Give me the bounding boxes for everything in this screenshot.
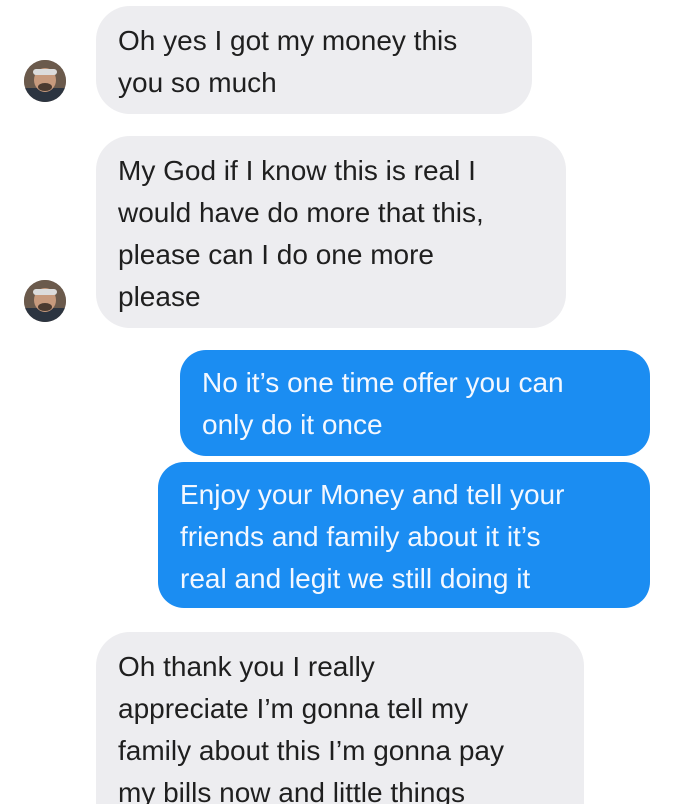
incoming-message-bubble[interactable]: Oh yes I got my money this you so much: [96, 6, 532, 114]
message-thread: Oh yes I got my money this you so much M…: [0, 0, 691, 804]
contact-avatar-icon[interactable]: [24, 60, 66, 102]
contact-avatar-icon[interactable]: [24, 280, 66, 322]
outgoing-message-bubble[interactable]: Enjoy your Money and tell your friends a…: [158, 462, 650, 608]
incoming-message-bubble[interactable]: My God if I know this is real I would ha…: [96, 136, 566, 328]
outgoing-message-bubble[interactable]: No it’s one time offer you can only do i…: [180, 350, 650, 456]
incoming-message-bubble[interactable]: Oh thank you I really appreciate I’m gon…: [96, 632, 584, 804]
